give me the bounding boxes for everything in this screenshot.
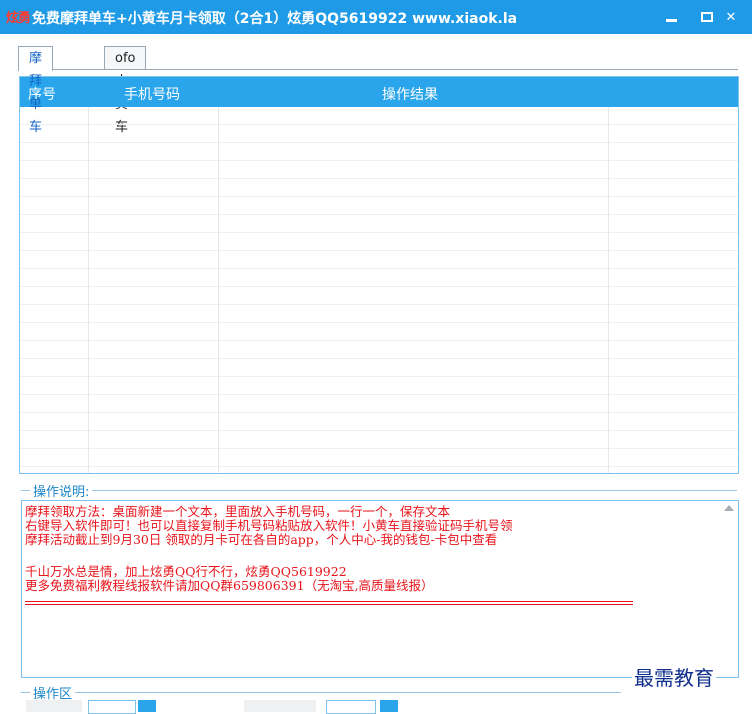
spin-up-icon[interactable] <box>138 700 156 712</box>
table-header: 序号 手机号码 操作结果 <box>20 77 738 107</box>
column-header-phone[interactable]: 手机号码 <box>124 84 180 104</box>
close-button[interactable]: ✕ <box>710 0 752 34</box>
close-icon: ✕ <box>725 9 737 25</box>
instructions-title: 操作说明: <box>30 481 93 500</box>
operation-input[interactable] <box>326 700 376 714</box>
column-divider <box>608 107 609 473</box>
tab-ofo[interactable]: ofo小黄车 <box>104 46 147 135</box>
operation-input[interactable] <box>88 700 136 714</box>
results-table[interactable]: 序号 手机号码 操作结果 <box>19 76 739 474</box>
separator-line <box>25 601 633 602</box>
separator-line <box>25 604 633 605</box>
tab-divider <box>18 69 738 70</box>
instructions-textarea[interactable]: 摩拜领取方法：桌面新建一个文本，里面放入手机号码，一行一个，保存文本 右键导入软… <box>21 500 739 678</box>
tab-mobike[interactable]: 摩拜单车 <box>18 46 54 135</box>
instruction-line: 千山万水总是情，加上炫勇QQ行不行，炫勇QQ5619922 <box>25 564 347 579</box>
instruction-line: 摩拜领取方法：桌面新建一个文本，里面放入手机号码，一行一个，保存文本 <box>25 504 451 519</box>
watermark-logo: 最需教育 <box>632 662 716 691</box>
window-title: 免费摩拜单车+小黄车月卡领取（2合1）炫勇QQ5619922 www.xiaok… <box>32 11 518 27</box>
group-border <box>21 490 737 491</box>
minimize-button[interactable] <box>652 0 690 34</box>
instruction-line: 右键导入软件即可！也可以直接复制手机号码粘贴放入软件！小黄车直接验证码手机号领 <box>25 518 513 533</box>
operation-label <box>244 700 316 712</box>
app-icon: 炫勇 <box>6 11 31 26</box>
column-divider <box>88 107 89 473</box>
group-border <box>21 692 621 693</box>
table-body[interactable] <box>20 107 738 473</box>
title-bar: 炫勇 免费摩拜单车+小黄车月卡领取（2合1）炫勇QQ5619922 www.xi… <box>0 0 752 34</box>
minimize-icon <box>665 18 677 22</box>
scroll-up-icon[interactable] <box>724 505 734 511</box>
spin-up-icon[interactable] <box>380 700 398 712</box>
instruction-line: 摩拜活动截止到9月30日 领取的月卡可在各自的app，个人中心-我的钱包-卡包中… <box>25 532 498 547</box>
column-header-result[interactable]: 操作结果 <box>382 84 438 104</box>
column-divider <box>218 107 219 473</box>
instruction-line: 更多免费福利教程线报软件请加QQ群659806391（无淘宝,高质量线报） <box>25 578 434 593</box>
operation-label <box>26 700 82 712</box>
